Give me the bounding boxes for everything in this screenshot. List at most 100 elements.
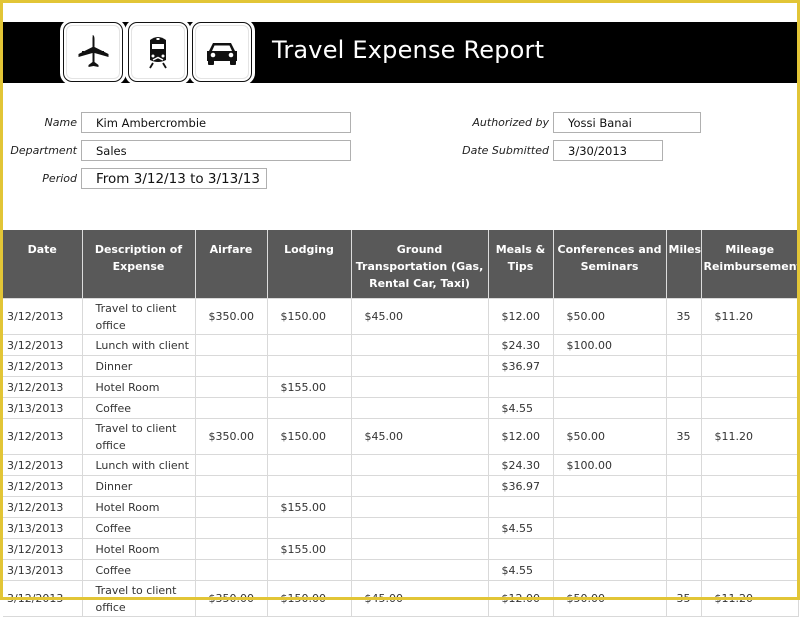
cell-airfare[interactable]: $350.00 bbox=[194, 418, 268, 455]
cell-mileage-reimbursement[interactable]: $11.20 bbox=[700, 580, 799, 617]
cell-airfare[interactable] bbox=[194, 454, 268, 476]
cell-miles[interactable] bbox=[665, 454, 702, 476]
column-header-ground-transportation[interactable]: Ground Transportation (Gas, Rental Car, … bbox=[350, 230, 488, 299]
cell-meals[interactable]: $4.55 bbox=[487, 559, 554, 581]
cell-mileage-reimbursement[interactable] bbox=[700, 397, 799, 419]
cell-ground-transportation[interactable]: $45.00 bbox=[350, 580, 489, 617]
cell-meals[interactable]: $12.00 bbox=[487, 418, 554, 455]
cell-miles[interactable]: 35 bbox=[665, 418, 702, 455]
cell-ground-transportation[interactable]: $45.00 bbox=[350, 418, 489, 455]
cell-date[interactable]: 3/13/2013 bbox=[3, 397, 83, 419]
cell-date[interactable]: 3/12/2013 bbox=[3, 580, 83, 617]
cell-conferences[interactable]: $100.00 bbox=[552, 454, 667, 476]
cell-description[interactable]: Dinner bbox=[81, 355, 196, 377]
cell-meals[interactable]: $24.30 bbox=[487, 454, 554, 476]
cell-miles[interactable] bbox=[665, 376, 702, 398]
cell-airfare[interactable]: $350.00 bbox=[194, 298, 268, 335]
cell-description[interactable]: Hotel Room bbox=[81, 496, 196, 518]
cell-miles[interactable] bbox=[665, 334, 702, 356]
cell-date[interactable]: 3/12/2013 bbox=[3, 334, 83, 356]
cell-date[interactable]: 3/12/2013 bbox=[3, 418, 83, 455]
cell-miles[interactable] bbox=[665, 496, 702, 518]
cell-conferences[interactable]: $100.00 bbox=[552, 334, 667, 356]
cell-airfare[interactable] bbox=[194, 355, 268, 377]
cell-date[interactable]: 3/12/2013 bbox=[3, 454, 83, 476]
cell-description[interactable]: Lunch with client bbox=[81, 454, 196, 476]
cell-mileage-reimbursement[interactable]: $11.20 bbox=[700, 298, 799, 335]
cell-ground-transportation[interactable] bbox=[350, 334, 489, 356]
cell-description[interactable]: Travel to client office bbox=[81, 298, 196, 335]
cell-airfare[interactable] bbox=[194, 376, 268, 398]
cell-date[interactable]: 3/12/2013 bbox=[3, 496, 83, 518]
cell-mileage-reimbursement[interactable] bbox=[700, 475, 799, 497]
cell-lodging[interactable]: $150.00 bbox=[266, 418, 352, 455]
column-header-date[interactable]: Date bbox=[3, 230, 82, 299]
cell-description[interactable]: Coffee bbox=[81, 517, 196, 539]
column-header-lodging[interactable]: Lodging bbox=[266, 230, 351, 299]
cell-meals[interactable]: $24.30 bbox=[487, 334, 554, 356]
column-header-conferences[interactable]: Conferences and Seminars bbox=[552, 230, 666, 299]
cell-meals[interactable] bbox=[487, 376, 554, 398]
cell-description[interactable]: Travel to client office bbox=[81, 418, 196, 455]
cell-airfare[interactable] bbox=[194, 559, 268, 581]
cell-mileage-reimbursement[interactable] bbox=[700, 376, 799, 398]
cell-airfare[interactable] bbox=[194, 517, 268, 539]
cell-airfare[interactable] bbox=[194, 496, 268, 518]
name-field[interactable]: Kim Ambercrombie bbox=[81, 112, 351, 133]
cell-miles[interactable] bbox=[665, 397, 702, 419]
cell-description[interactable]: Travel to client office bbox=[81, 580, 196, 617]
cell-conferences[interactable] bbox=[552, 559, 667, 581]
cell-ground-transportation[interactable] bbox=[350, 454, 489, 476]
cell-lodging[interactable] bbox=[266, 397, 352, 419]
cell-date[interactable]: 3/12/2013 bbox=[3, 538, 83, 560]
cell-ground-transportation[interactable] bbox=[350, 538, 489, 560]
column-header-mileage-reimbursement[interactable]: Mileage Reimbursement bbox=[700, 230, 800, 299]
cell-miles[interactable] bbox=[665, 517, 702, 539]
cell-conferences[interactable] bbox=[552, 517, 667, 539]
cell-miles[interactable] bbox=[665, 475, 702, 497]
cell-airfare[interactable] bbox=[194, 475, 268, 497]
cell-date[interactable]: 3/13/2013 bbox=[3, 559, 83, 581]
cell-miles[interactable] bbox=[665, 538, 702, 560]
cell-mileage-reimbursement[interactable]: $11.20 bbox=[700, 418, 799, 455]
cell-meals[interactable]: $36.97 bbox=[487, 475, 554, 497]
cell-date[interactable]: 3/12/2013 bbox=[3, 355, 83, 377]
cell-meals[interactable] bbox=[487, 538, 554, 560]
cell-conferences[interactable] bbox=[552, 538, 667, 560]
cell-conferences[interactable]: $50.00 bbox=[552, 580, 667, 617]
cell-lodging[interactable]: $150.00 bbox=[266, 580, 352, 617]
cell-mileage-reimbursement[interactable] bbox=[700, 496, 799, 518]
cell-lodging[interactable]: $155.00 bbox=[266, 376, 352, 398]
cell-ground-transportation[interactable] bbox=[350, 496, 489, 518]
cell-airfare[interactable] bbox=[194, 538, 268, 560]
cell-meals[interactable]: $12.00 bbox=[487, 298, 554, 335]
cell-airfare[interactable] bbox=[194, 334, 268, 356]
cell-date[interactable]: 3/12/2013 bbox=[3, 475, 83, 497]
cell-meals[interactable]: $4.55 bbox=[487, 517, 554, 539]
cell-lodging[interactable] bbox=[266, 454, 352, 476]
cell-miles[interactable]: 35 bbox=[665, 580, 702, 617]
cell-ground-transportation[interactable] bbox=[350, 376, 489, 398]
cell-ground-transportation[interactable] bbox=[350, 517, 489, 539]
cell-description[interactable]: Coffee bbox=[81, 559, 196, 581]
cell-date[interactable]: 3/12/2013 bbox=[3, 376, 83, 398]
cell-airfare[interactable]: $350.00 bbox=[194, 580, 268, 617]
column-header-miles[interactable]: Miles bbox=[665, 230, 701, 299]
cell-lodging[interactable]: $150.00 bbox=[266, 298, 352, 335]
cell-description[interactable]: Dinner bbox=[81, 475, 196, 497]
cell-conferences[interactable] bbox=[552, 355, 667, 377]
cell-conferences[interactable]: $50.00 bbox=[552, 298, 667, 335]
cell-conferences[interactable] bbox=[552, 496, 667, 518]
cell-miles[interactable]: 35 bbox=[665, 298, 702, 335]
cell-ground-transportation[interactable] bbox=[350, 355, 489, 377]
cell-lodging[interactable] bbox=[266, 559, 352, 581]
cell-lodging[interactable] bbox=[266, 334, 352, 356]
cell-miles[interactable] bbox=[665, 355, 702, 377]
cell-mileage-reimbursement[interactable] bbox=[700, 538, 799, 560]
cell-lodging[interactable]: $155.00 bbox=[266, 538, 352, 560]
cell-meals[interactable]: $4.55 bbox=[487, 397, 554, 419]
cell-description[interactable]: Hotel Room bbox=[81, 376, 196, 398]
cell-description[interactable]: Coffee bbox=[81, 397, 196, 419]
department-field[interactable]: Sales bbox=[81, 140, 351, 161]
cell-conferences[interactable]: $50.00 bbox=[552, 418, 667, 455]
